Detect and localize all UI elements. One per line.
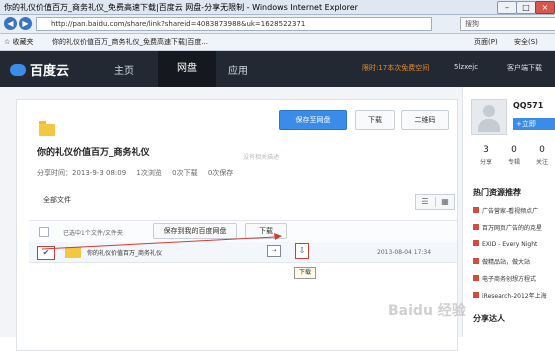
list-item-label: 广告营家-看视频点广 bbox=[482, 208, 539, 215]
save-file-icon[interactable]: ⇢ bbox=[267, 245, 281, 257]
hot-resources-title: 热门资源推荐 bbox=[473, 188, 521, 197]
save-to-pan-button[interactable]: 保存至网盘 bbox=[279, 110, 347, 130]
stat-count: 3 bbox=[483, 145, 489, 155]
stat-shares[interactable]: 3 分享 bbox=[473, 145, 499, 166]
table-row[interactable]: ✔ 你的礼仪价值百万_商务礼仪 ⇢ ⇩ 2013-08-04 17:34 bbox=[29, 242, 457, 263]
selection-count: 已选中1个文件/文件夹 bbox=[63, 230, 123, 237]
folder-icon bbox=[39, 121, 55, 136]
share-time: 分享时间：2013-9-3 08:09 bbox=[37, 169, 127, 177]
page-menu[interactable]: 页面(P) bbox=[474, 37, 498, 47]
list-item[interactable]: 广告营家-看视频点广 bbox=[473, 206, 538, 215]
minimize-button[interactable]: – bbox=[497, 1, 517, 14]
cloud-icon bbox=[10, 64, 26, 76]
download-button[interactable]: 下载 bbox=[355, 110, 395, 130]
baidu-cloud-logo[interactable]: 百度云 bbox=[10, 60, 69, 79]
download-icon[interactable]: ⇩ bbox=[295, 243, 309, 259]
file-list-toolbar: 已选中1个文件/文件夹 保存到我的百度网盘 下载 bbox=[29, 220, 457, 244]
browser-tab[interactable]: 你的礼仪价值百万_商务礼仪_免费高速下载|百度... bbox=[52, 37, 208, 47]
resource-icon bbox=[473, 224, 479, 230]
save-to-pan-label: 保存至网盘 bbox=[295, 116, 331, 124]
qrcode-label: 二维码 bbox=[414, 116, 436, 124]
file-name[interactable]: 你的礼仪价值百万_商务礼仪 bbox=[87, 248, 162, 257]
share-people-title: 分享达人 bbox=[473, 314, 505, 323]
list-view-icon[interactable]: ☰ bbox=[416, 197, 434, 207]
list-item-label: iResearch-2012年上海 bbox=[482, 293, 547, 300]
grid-view-icon[interactable]: ▦ bbox=[435, 197, 454, 207]
stat-label: 关注 bbox=[535, 159, 548, 166]
forward-icon[interactable]: ▶ bbox=[19, 17, 32, 30]
save-to-my-pan-label: 保存到我的百度网盘 bbox=[163, 227, 227, 235]
stat-label: 专辑 bbox=[507, 159, 520, 166]
download-label: 下载 bbox=[368, 116, 382, 124]
list-item[interactable]: 百万网页广告的的克星 bbox=[473, 223, 542, 232]
list-item-label: 电子商务创想方程式 bbox=[482, 276, 537, 283]
list-item-label: EXID - Every Night bbox=[482, 241, 538, 248]
site-nav: 百度云 主页 网盘 应用 限时:17本次免费空间 5lzxejc 客户端下载 bbox=[0, 51, 555, 87]
resource-icon bbox=[473, 240, 479, 246]
qrcode-button[interactable]: 二维码 bbox=[401, 110, 449, 130]
sharer-name[interactable]: QQ571 bbox=[513, 101, 543, 110]
toolbar-download-label: 下载 bbox=[259, 227, 273, 235]
resource-icon bbox=[473, 292, 479, 298]
stat-count: 0 bbox=[539, 145, 545, 155]
follow-button[interactable]: +立即 bbox=[513, 118, 555, 130]
file-date: 2013-08-04 17:34 bbox=[377, 249, 432, 256]
share-description: 没有相关描述 bbox=[243, 154, 280, 161]
all-files-breadcrumb[interactable]: 全部文件 bbox=[43, 195, 71, 205]
list-item[interactable]: iResearch-2012年上海 bbox=[473, 291, 547, 300]
resource-icon bbox=[473, 207, 479, 213]
share-meta: 分享时间：2013-9-3 08:09 1次浏览 0次下载 0次保存 bbox=[37, 168, 241, 178]
share-downloads: 0次下载 bbox=[172, 169, 198, 177]
sidebar: QQ571 +立即 3 分享 0 专辑 0 关注 热门资源推荐 广告营家-看视频… bbox=[462, 87, 555, 337]
safety-menu[interactable]: 安全(S) bbox=[514, 37, 538, 47]
list-item[interactable]: EXID - Every Night bbox=[473, 240, 537, 248]
resource-icon bbox=[473, 275, 479, 281]
address-bar: ◀ ▶ http://pan.baidu.com/share/link?shar… bbox=[0, 15, 555, 34]
select-all-checkbox[interactable] bbox=[39, 227, 49, 237]
row-checkbox[interactable]: ✔ bbox=[37, 246, 55, 260]
user-name[interactable]: 5lzxejc bbox=[454, 63, 478, 71]
nav-item-apps[interactable]: 应用 bbox=[228, 62, 248, 77]
stat-albums[interactable]: 0 专辑 bbox=[501, 145, 527, 166]
stat-count: 0 bbox=[511, 145, 517, 155]
stat-follows[interactable]: 0 关注 bbox=[529, 145, 555, 166]
avatar[interactable] bbox=[471, 99, 507, 135]
view-toggle: ☰ ▦ bbox=[415, 194, 455, 210]
window-title: 你的礼仪价值百万_商务礼仪_免费高速下载|百度云 网盘-分享无限制 - Wind… bbox=[4, 3, 358, 12]
folder-icon bbox=[65, 247, 81, 258]
toolbar-download-button[interactable]: 下载 bbox=[245, 223, 287, 239]
list-item-label: 做精品站，做大站 bbox=[482, 259, 531, 266]
list-item[interactable]: 电子商务创想方程式 bbox=[473, 274, 536, 283]
url-input[interactable]: http://pan.baidu.com/share/link?shareid=… bbox=[36, 17, 432, 31]
window-title-bar: 你的礼仪价值百万_商务礼仪_免费高速下载|百度云 网盘-分享无限制 - Wind… bbox=[0, 0, 555, 15]
nav-item-home[interactable]: 主页 bbox=[114, 62, 134, 77]
favorites-button[interactable]: ☆ 收藏夹 bbox=[4, 37, 34, 47]
list-item[interactable]: 做精品站，做大站 bbox=[473, 257, 530, 266]
baidu-watermark: Baidu 经验 bbox=[388, 303, 466, 319]
nav-item-pan[interactable]: 网盘 bbox=[158, 51, 216, 87]
close-button[interactable]: × bbox=[535, 1, 555, 14]
main-area: 你的礼仪价值百万_商务礼仪 分享时间：2013-9-3 08:09 1次浏览 0… bbox=[0, 87, 555, 351]
search-input[interactable]: 搜狗 bbox=[460, 17, 555, 31]
share-views: 1次浏览 bbox=[136, 169, 162, 177]
download-tooltip: 下载 bbox=[294, 267, 316, 279]
list-item-label: 百万网页广告的的克星 bbox=[482, 225, 543, 232]
promo-link[interactable]: 限时:17本次免费空间 bbox=[362, 63, 429, 73]
maximize-button[interactable]: □ bbox=[516, 1, 536, 14]
back-icon[interactable]: ◀ bbox=[4, 17, 17, 30]
logo-text: 百度云 bbox=[30, 64, 70, 79]
share-saves: 0次保存 bbox=[207, 169, 234, 177]
stat-label: 分享 bbox=[479, 159, 492, 166]
client-download-link[interactable]: 客户端下载 bbox=[507, 63, 542, 73]
save-to-my-pan-button[interactable]: 保存到我的百度网盘 bbox=[153, 223, 237, 239]
share-title: 你的礼仪价值百万_商务礼仪 bbox=[37, 148, 150, 158]
resource-icon bbox=[473, 258, 479, 264]
favorites-bar: ☆ 收藏夹 你的礼仪价值百万_商务礼仪_免费高速下载|百度... 页面(P) 安… bbox=[0, 34, 555, 51]
